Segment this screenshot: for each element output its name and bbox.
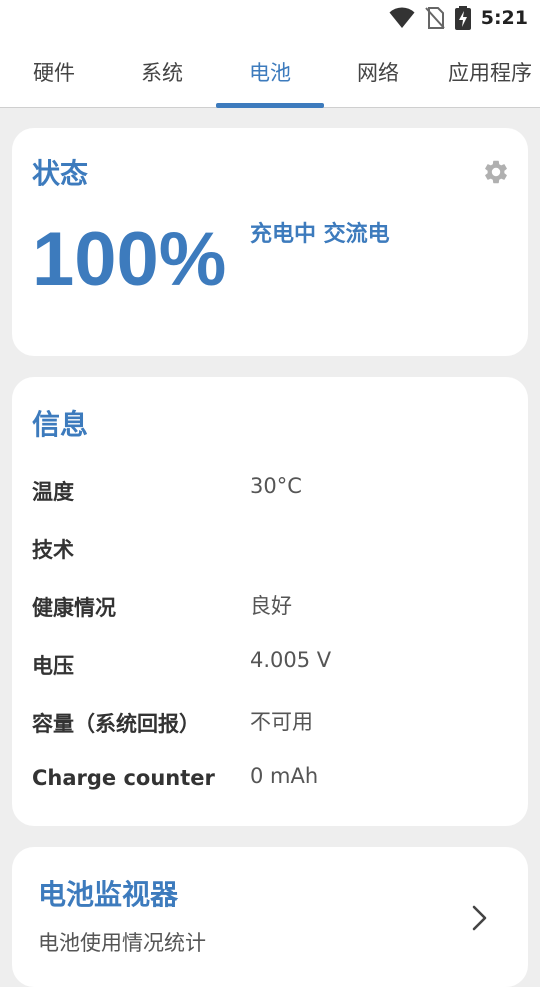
battery-monitor-subtitle: 电池使用情况统计 (38, 931, 206, 955)
tab-battery[interactable]: 电池 (216, 36, 324, 108)
wifi-icon (389, 7, 415, 28)
clock: 5:21 (480, 7, 528, 29)
tab-hardware[interactable]: 硬件 (0, 36, 108, 108)
health-value: 良好 (250, 594, 292, 618)
tab-network[interactable]: 网络 (324, 36, 432, 108)
status-bar: 5:21 (0, 0, 540, 36)
battery-monitor-card[interactable]: 电池监视器 电池使用情况统计 (12, 847, 528, 987)
charge-counter-value: 0 mAh (250, 764, 319, 788)
battery-monitor-title: 电池监视器 (38, 878, 179, 911)
tab-apps[interactable]: 应用程序 (432, 36, 540, 108)
chevron-right-icon[interactable] (470, 903, 490, 933)
tab-system[interactable]: 系统 (108, 36, 216, 108)
capacity-value: 不可用 (250, 710, 313, 734)
battery-charging-icon (454, 6, 471, 30)
capacity-label: 容量（系统回报） (32, 712, 200, 736)
gear-icon[interactable] (482, 158, 510, 186)
charging-status: 充电中 交流电 (250, 222, 390, 247)
voltage-label: 电压 (32, 654, 74, 678)
charge-counter-label: Charge counter (32, 766, 215, 790)
status-card: 状态 100% 充电中 交流电 (12, 128, 528, 356)
voltage-value: 4.005 V (250, 648, 332, 672)
no-sim-icon (424, 7, 445, 29)
temperature-label: 温度 (32, 480, 74, 504)
technology-label: 技术 (32, 538, 74, 562)
status-title: 状态 (32, 157, 89, 190)
tab-bar: 硬件 系统 电池 网络 应用程序 (0, 36, 540, 108)
active-tab-indicator (216, 103, 324, 108)
info-card: 信息 温度 30°C 技术 健康情况 良好 电压 4.005 V 容量（系统回报… (12, 377, 528, 826)
battery-percent: 100% (32, 217, 227, 302)
status-icons: 5:21 (389, 4, 528, 32)
info-title: 信息 (32, 408, 89, 441)
temperature-value: 30°C (250, 474, 302, 498)
health-label: 健康情况 (32, 596, 116, 620)
